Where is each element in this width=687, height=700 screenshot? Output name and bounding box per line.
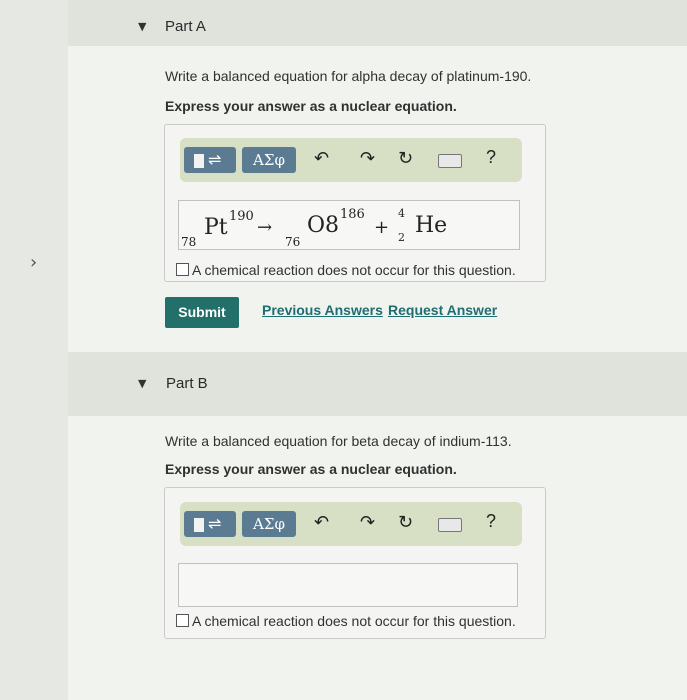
no-reaction-label: A chemical reaction does not occur for t… [192,262,516,278]
reset-icon[interactable]: ↻ [398,148,413,169]
part-a-no-reaction-option[interactable]: A chemical reaction does not occur for t… [176,262,516,278]
expand-arrow-icon[interactable]: › [30,252,37,273]
part-b-toolbar: ⇌ ΑΣφ ↶ ↷ ↻ ? [180,502,522,546]
keyboard-icon[interactable] [438,154,462,168]
expand-caret-icon[interactable]: ▼ [138,377,146,390]
plus-sign: + [374,217,390,238]
part-a-toolbar: ⇌ ΑΣφ ↶ ↷ ↻ ? [180,138,522,182]
part-a-prompt: Write a balanced equation for alpha deca… [165,68,532,84]
reset-icon[interactable]: ↻ [398,512,413,533]
request-answer-link[interactable]: Request Answer [388,302,497,318]
os-atomic-number: 76 [285,235,301,249]
reaction-arrow: → [257,217,273,238]
undo-icon[interactable]: ↶ [314,512,329,533]
part-b-prompt: Write a balanced equation for beta decay… [165,433,512,449]
templates-icon[interactable]: ⇌ [184,511,236,537]
redo-icon[interactable]: ↷ [360,148,375,169]
collapse-caret-icon[interactable]: ▼ [138,20,146,33]
greek-letters-button[interactable]: ΑΣφ [242,147,296,173]
redo-icon[interactable]: ↷ [360,512,375,533]
no-reaction-checkbox[interactable] [176,263,189,276]
help-icon[interactable]: ? [486,511,496,532]
part-a-title: Part A [165,18,206,35]
pt-mass-number: 190 [229,209,254,224]
pt-symbol: Pt [204,215,228,240]
part-a-instruction: Express your answer as a nuclear equatio… [165,98,457,114]
he-mass-number: 4 [398,207,405,220]
left-rail: › [0,0,69,700]
previous-answers-link[interactable]: Previous Answers [262,302,383,318]
part-b-header[interactable] [68,352,687,416]
part-a-equation-field[interactable]: 78 Pt 190 → 76 O8 186 + 4 2 He [178,200,520,250]
part-b-title: Part B [166,375,208,392]
help-icon[interactable]: ? [486,147,496,168]
undo-icon[interactable]: ↶ [314,148,329,169]
pt-atomic-number: 78 [181,235,197,249]
os-symbol: O8 [307,213,340,238]
greek-letters-button[interactable]: ΑΣφ [242,511,296,537]
part-b-instruction: Express your answer as a nuclear equatio… [165,461,457,477]
he-symbol: He [415,213,448,238]
submit-button[interactable]: Submit [165,297,239,328]
he-atomic-number: 2 [398,231,405,244]
no-reaction-checkbox[interactable] [176,614,189,627]
os-mass-number: 186 [340,207,365,222]
part-b-no-reaction-option[interactable]: A chemical reaction does not occur for t… [176,613,516,629]
keyboard-icon[interactable] [438,518,462,532]
part-a-header[interactable] [68,0,687,46]
part-b-equation-field[interactable] [178,563,518,607]
templates-icon[interactable]: ⇌ [184,147,236,173]
no-reaction-label: A chemical reaction does not occur for t… [192,613,516,629]
